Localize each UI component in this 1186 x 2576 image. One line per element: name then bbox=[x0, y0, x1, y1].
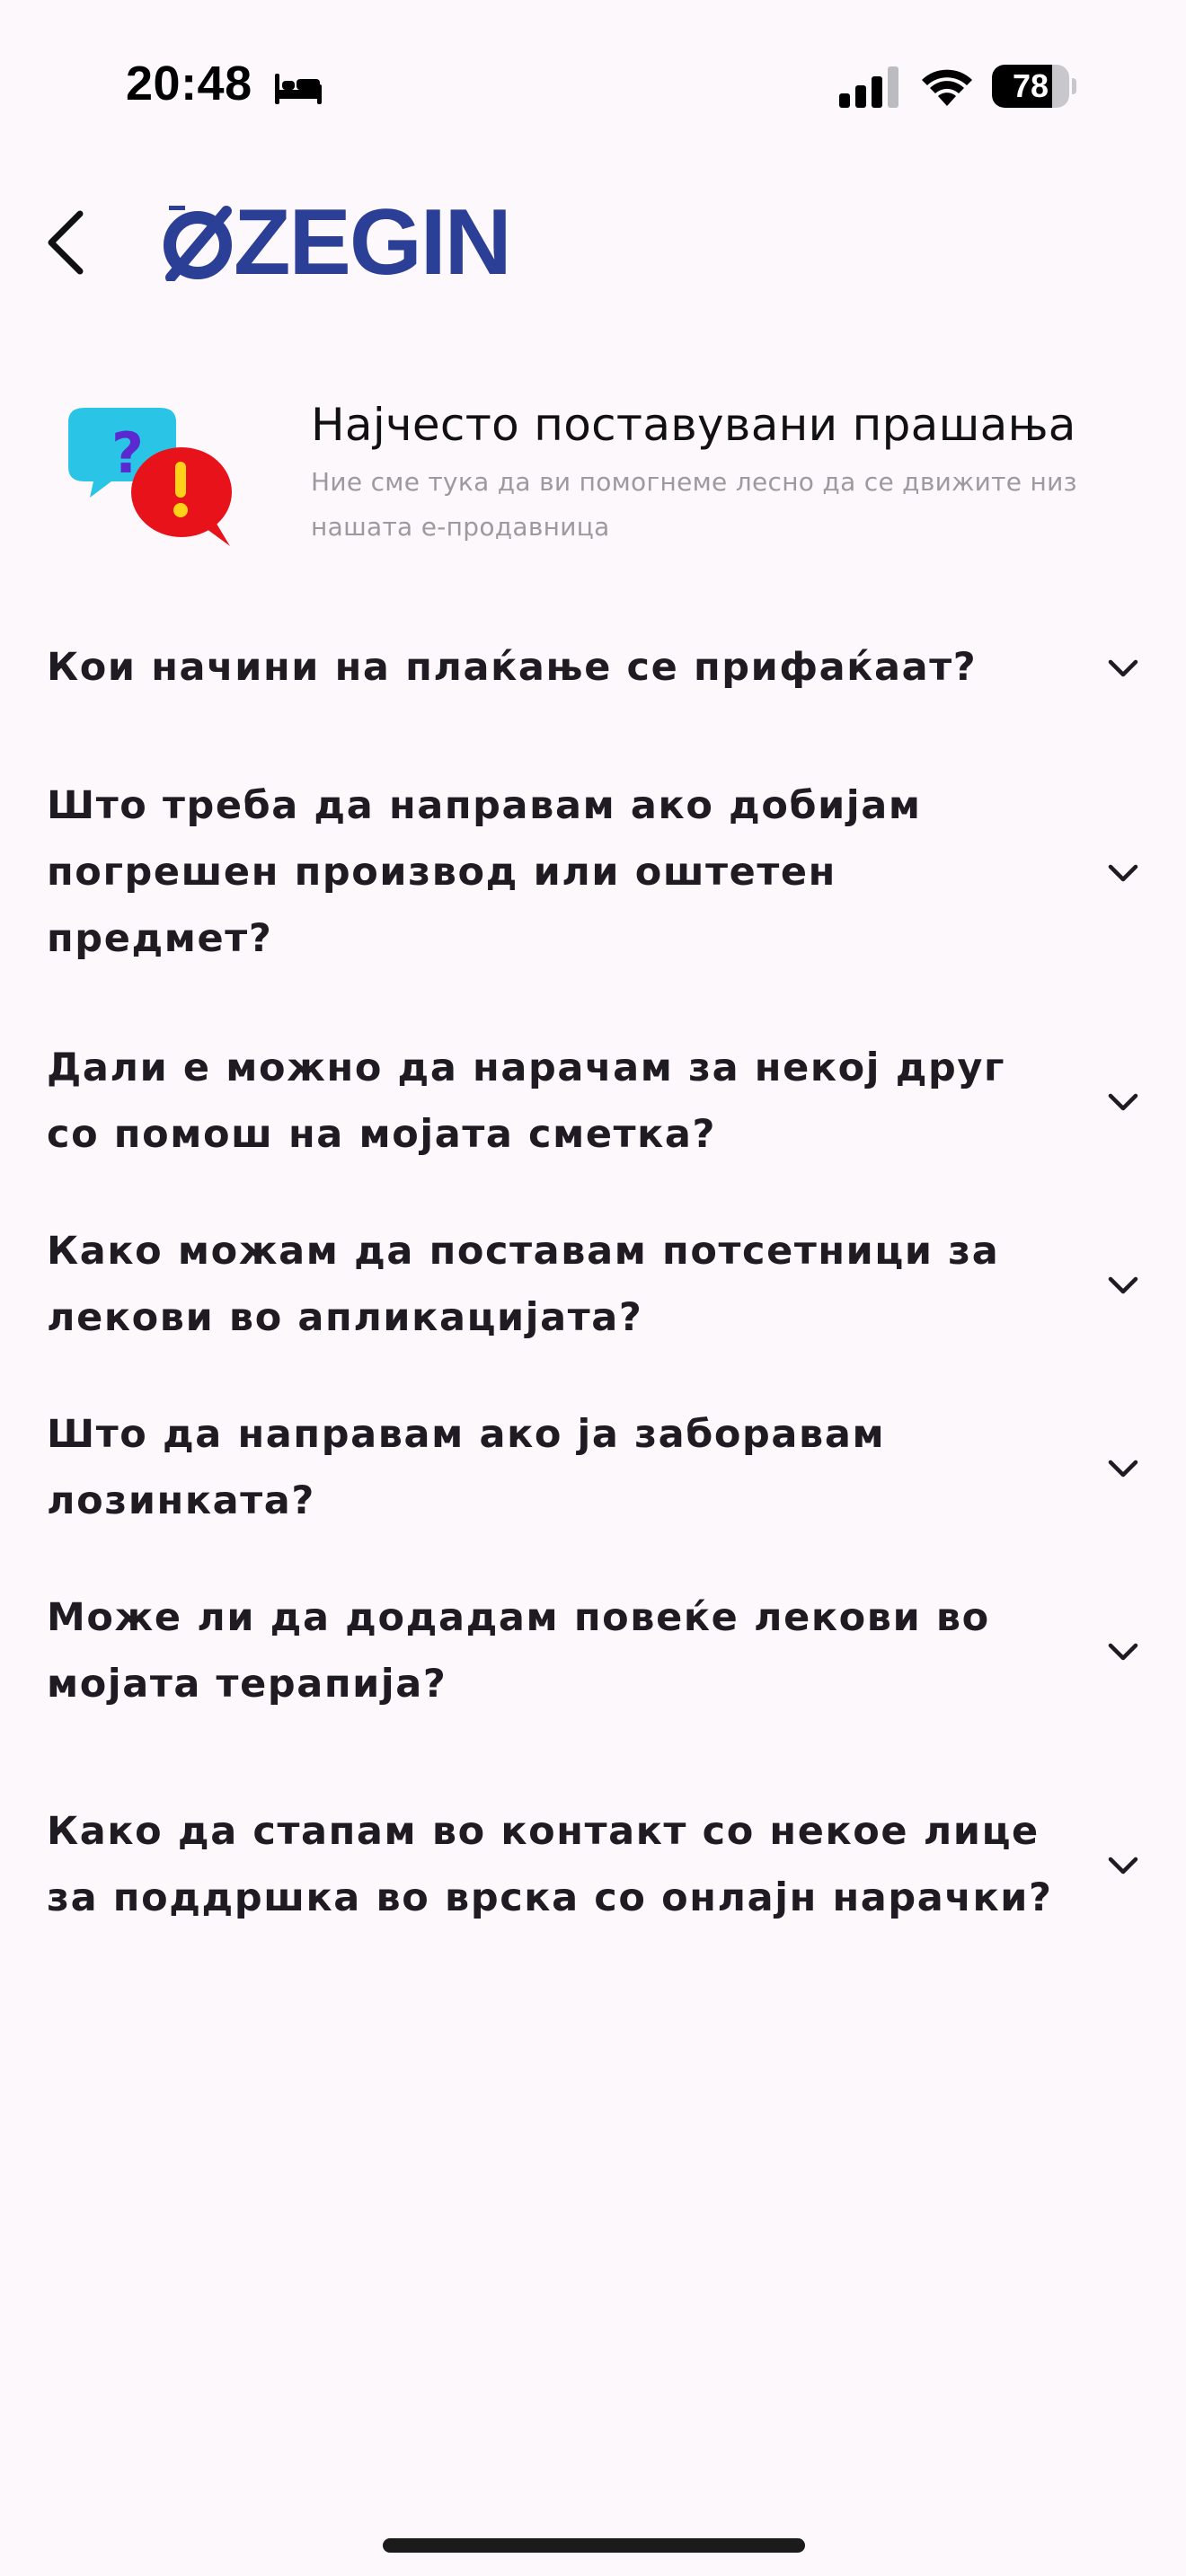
faq-question: Што да направам ако ја заборавам лозинка… bbox=[47, 1412, 886, 1523]
cellular-signal-icon bbox=[839, 66, 898, 108]
bed-icon bbox=[275, 74, 322, 104]
faq-question: Дали е можно да нарачам за некој друг со… bbox=[47, 1045, 1006, 1157]
faq-list: Кои начини на плаќање се прифаќаат? Што … bbox=[0, 600, 1186, 1987]
chevron-down-icon[interactable] bbox=[1103, 1081, 1143, 1121]
chevron-down-icon[interactable] bbox=[1103, 1631, 1143, 1671]
faq-question: Кои начини на плаќање се прифаќаат? bbox=[47, 645, 978, 690]
chevron-down-icon[interactable] bbox=[1103, 1845, 1143, 1884]
brand-name: ZEGIN bbox=[234, 190, 512, 295]
faq-item[interactable]: Што да направам ако ја заборавам лозинка… bbox=[0, 1376, 1186, 1559]
home-indicator[interactable] bbox=[383, 2538, 805, 2553]
battery-level: 78 bbox=[1012, 67, 1049, 104]
faq-question: Што треба да направам ако добијам погреш… bbox=[47, 783, 922, 961]
faq-item[interactable]: Дали е можно да нарачам за некој друг со… bbox=[0, 1010, 1186, 1193]
status-bar: 20:48 78 bbox=[0, 0, 1186, 171]
brand-logo: ZEGIN bbox=[162, 190, 512, 295]
faq-item[interactable]: Како можам да поставам потсетници за лек… bbox=[0, 1193, 1186, 1376]
chevron-down-icon[interactable] bbox=[1103, 1448, 1143, 1487]
faq-item[interactable]: Што треба да направам ако добијам погреш… bbox=[0, 735, 1186, 1010]
wifi-icon bbox=[922, 69, 972, 106]
faq-screen: 20:48 78 ZEGIN ? Најчесто поставувани пр… bbox=[0, 0, 1186, 2576]
zegin-logo-mark bbox=[164, 206, 232, 281]
faq-item[interactable]: Како да стапам во контакт со некое лице … bbox=[0, 1742, 1186, 1987]
faq-item[interactable]: Може ли да додадам повеќе лекови во моја… bbox=[0, 1559, 1186, 1742]
faq-item[interactable]: Кои начини на плаќање се прифаќаат? bbox=[0, 600, 1186, 735]
battery-icon: 78 bbox=[992, 65, 1076, 108]
chevron-left-icon bbox=[48, 210, 84, 275]
faq-question: Како можам да поставам потсетници за лек… bbox=[47, 1229, 1000, 1340]
faq-question: Може ли да додадам повеќе лекови во моја… bbox=[47, 1595, 990, 1707]
faq-title: Најчесто поставувани прашања bbox=[311, 399, 1076, 451]
chevron-down-icon[interactable] bbox=[1103, 1265, 1143, 1304]
chevron-down-icon[interactable] bbox=[1103, 648, 1143, 687]
faq-intro: ? Најчесто поставувани прашања Ние сме т… bbox=[0, 386, 1186, 548]
faq-question: Како да стапам во контакт со некое лице … bbox=[47, 1809, 1053, 1920]
status-time: 20:48 bbox=[126, 57, 252, 110]
chevron-down-icon[interactable] bbox=[1103, 852, 1143, 892]
faq-subtitle: Ние сме тука да ви помогнеме лесно да се… bbox=[311, 467, 1077, 542]
back-button[interactable] bbox=[32, 207, 97, 278]
chat-bubbles-icon: ? bbox=[68, 408, 232, 546]
app-header: ZEGIN bbox=[0, 180, 1186, 305]
